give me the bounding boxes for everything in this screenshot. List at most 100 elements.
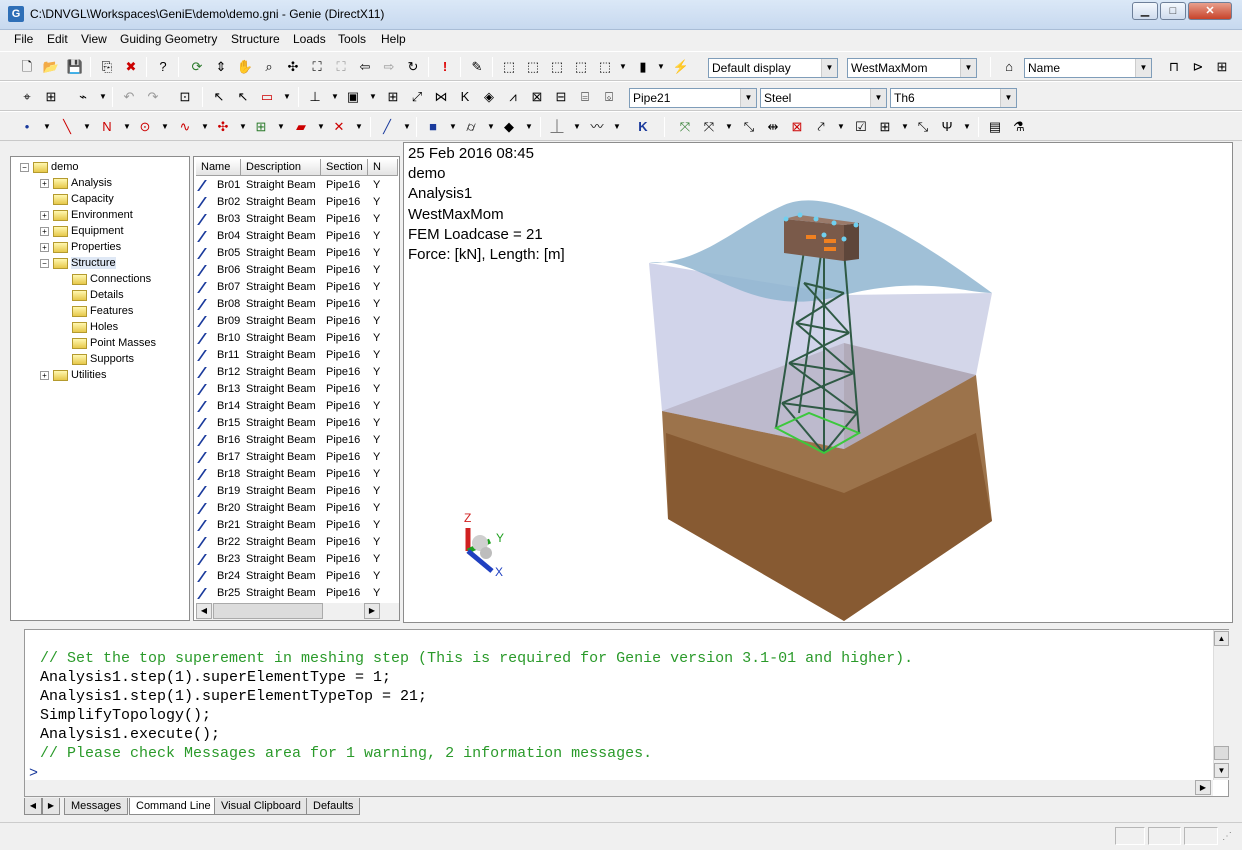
cross-icon[interactable]: ✕ [330, 118, 348, 136]
tree-node-holes[interactable]: Holes [72, 320, 118, 335]
curve-icon[interactable]: ∿ [176, 118, 194, 136]
loadcase-select[interactable]: WestMaxMom ▼ [847, 58, 977, 78]
expand-icon[interactable]: + [40, 179, 49, 188]
column-header-section[interactable]: Section [321, 159, 368, 176]
guide-grid-icon[interactable]: ⊞ [252, 118, 270, 136]
pointer-icon[interactable]: ↖ [210, 88, 228, 106]
list-item[interactable]: Br10 Straight Beam Pipe16 Y [196, 330, 386, 347]
chevron-down-icon[interactable]: ▼ [608, 118, 626, 136]
list-item[interactable]: Br21 Straight Beam Pipe16 Y [196, 517, 386, 534]
redo-icon[interactable]: ↷ [144, 88, 162, 106]
cylinder-icon[interactable]: ⌭ [462, 118, 480, 136]
tab-messages[interactable]: Messages [64, 798, 129, 815]
tab-scroll-left-icon[interactable]: ◀ [24, 798, 42, 815]
frame-icon[interactable]: ▣ [344, 88, 362, 106]
lightning-icon[interactable]: ⚡ [672, 58, 690, 76]
calculator-icon[interactable]: ▤ [986, 118, 1004, 136]
table-icon[interactable]: ⊞ [876, 118, 894, 136]
connect-icon[interactable]: ⤢ [408, 88, 426, 106]
tree-node-utilities[interactable]: + Utilities [40, 368, 106, 383]
check-icon[interactable]: ☑ [852, 118, 870, 136]
chevron-down-icon[interactable]: ▼ [482, 118, 500, 136]
scale-icon[interactable]: ⤡ [740, 118, 758, 136]
tree-node-root[interactable]: − demo [20, 160, 79, 175]
cube-side-icon[interactable]: ⬚ [572, 58, 590, 76]
list-item[interactable]: Br11 Straight Beam Pipe16 Y [196, 347, 386, 364]
expand-icon[interactable]: + [40, 371, 49, 380]
list-item[interactable]: Br02 Straight Beam Pipe16 Y [196, 194, 386, 211]
cube-icon[interactable]: ⬚ [500, 58, 518, 76]
alert-icon[interactable]: ! [436, 58, 454, 76]
menu-file[interactable]: File [14, 32, 33, 46]
chevron-down-icon[interactable]: ▼ [272, 118, 290, 136]
mesh-icon[interactable]: ⊠ [528, 88, 546, 106]
tree-node-equipment[interactable]: + Equipment [40, 224, 124, 239]
properties-icon[interactable]: ⊡ [176, 88, 194, 106]
deck-icon[interactable]: ⌺ [600, 88, 618, 106]
zoom-window-icon[interactable]: ⌕ [260, 58, 278, 76]
list-item[interactable]: Br19 Straight Beam Pipe16 Y [196, 483, 386, 500]
help-icon[interactable]: ? [154, 58, 172, 76]
display-select[interactable]: Default display ▼ [708, 58, 838, 78]
open-folder-icon[interactable]: 📂 [42, 58, 60, 76]
tree-node-properties[interactable]: + Properties [40, 240, 121, 255]
chevron-down-icon[interactable]: ▼ [326, 88, 344, 106]
list-item[interactable]: Br25 Straight Beam Pipe16 Y [196, 585, 386, 602]
tree-node-analysis[interactable]: + Analysis [40, 176, 112, 191]
display-icon[interactable]: ▮ [634, 58, 652, 76]
resize-grip-icon[interactable]: ⋰ [1222, 831, 1232, 842]
rotate-view-icon[interactable]: ⟳ [188, 58, 206, 76]
next-view-icon[interactable]: ⇨ [380, 58, 398, 76]
list-item[interactable]: Br05 Straight Beam Pipe16 Y [196, 245, 386, 262]
chevron-down-icon[interactable]: ▼ [364, 88, 382, 106]
spring-icon[interactable]: 〰 [588, 118, 606, 136]
delete-icon[interactable]: ✖ [122, 58, 140, 76]
scroll-right-icon[interactable]: ▶ [364, 603, 380, 619]
chevron-down-icon[interactable]: ▼ [720, 118, 738, 136]
label-select[interactable]: Name ▼ [1024, 58, 1152, 78]
label-on-icon[interactable]: ⊓ [1165, 58, 1183, 76]
list-item[interactable]: Br22 Straight Beam Pipe16 Y [196, 534, 386, 551]
list-item[interactable]: Br16 Straight Beam Pipe16 Y [196, 432, 386, 449]
chevron-down-icon[interactable]: ▼ [94, 88, 112, 106]
list-item[interactable]: Br18 Straight Beam Pipe16 Y [196, 466, 386, 483]
chevron-down-icon[interactable]: ▼ [78, 118, 96, 136]
chevron-down-icon[interactable]: ▼ [38, 118, 56, 136]
chevron-down-icon[interactable]: ▼ [832, 118, 850, 136]
thickness-select[interactable]: Th6 ▼ [890, 88, 1017, 108]
scroll-thumb[interactable] [213, 603, 323, 619]
rotate-icon[interactable]: ✣ [284, 58, 302, 76]
surface-icon[interactable]: ▰ [292, 118, 310, 136]
list-item[interactable]: Br13 Straight Beam Pipe16 Y [196, 381, 386, 398]
list-item[interactable]: Br12 Straight Beam Pipe16 Y [196, 364, 386, 381]
menu-loads[interactable]: Loads [293, 32, 326, 46]
cube-iso-icon[interactable]: ⬚ [596, 58, 614, 76]
command-vertical-scrollbar[interactable]: ▲ ▼ [1213, 630, 1229, 780]
cube-add-icon[interactable]: ⬚ [524, 58, 542, 76]
menu-structure[interactable]: Structure [231, 32, 280, 46]
list-item[interactable]: Br20 Straight Beam Pipe16 Y [196, 500, 386, 517]
section-select[interactable]: Pipe21 ▼ [629, 88, 757, 108]
maximize-button[interactable]: □ [1160, 2, 1186, 20]
list-item[interactable]: Br08 Straight Beam Pipe16 Y [196, 296, 386, 313]
list-item[interactable]: Br03 Straight Beam Pipe16 Y [196, 211, 386, 228]
copy-icon[interactable]: ⎘ [98, 58, 116, 76]
list-item[interactable]: Br14 Straight Beam Pipe16 Y [196, 398, 386, 415]
circle-icon[interactable]: ⊙ [136, 118, 154, 136]
scroll-thumb[interactable] [1214, 746, 1229, 760]
chevron-down-icon[interactable]: ▼ [568, 118, 586, 136]
move-icon[interactable]: ⤧ [676, 118, 694, 136]
close-button[interactable]: ✕ [1188, 2, 1232, 20]
rectangle-select-icon[interactable]: ▭ [258, 88, 276, 106]
copy-move-icon[interactable]: ⤧ [700, 118, 718, 136]
menu-tools[interactable]: Tools [338, 32, 366, 46]
menu-guiding-geometry[interactable]: Guiding Geometry [120, 32, 217, 46]
list-item[interactable]: Br15 Straight Beam Pipe16 Y [196, 415, 386, 432]
collapse-icon[interactable]: − [40, 259, 49, 268]
split-icon[interactable]: ⊥ [306, 88, 324, 106]
graphics-viewport[interactable]: 25 Feb 2016 08:45 demo Analysis1 WestMax… [403, 142, 1233, 623]
tab-scroll-right-icon[interactable]: ▶ [42, 798, 60, 815]
chevron-down-icon[interactable]: ▼ [398, 118, 416, 136]
tree-node-capacity[interactable]: Capacity [53, 192, 114, 207]
k-brace-icon[interactable]: K [456, 88, 474, 106]
